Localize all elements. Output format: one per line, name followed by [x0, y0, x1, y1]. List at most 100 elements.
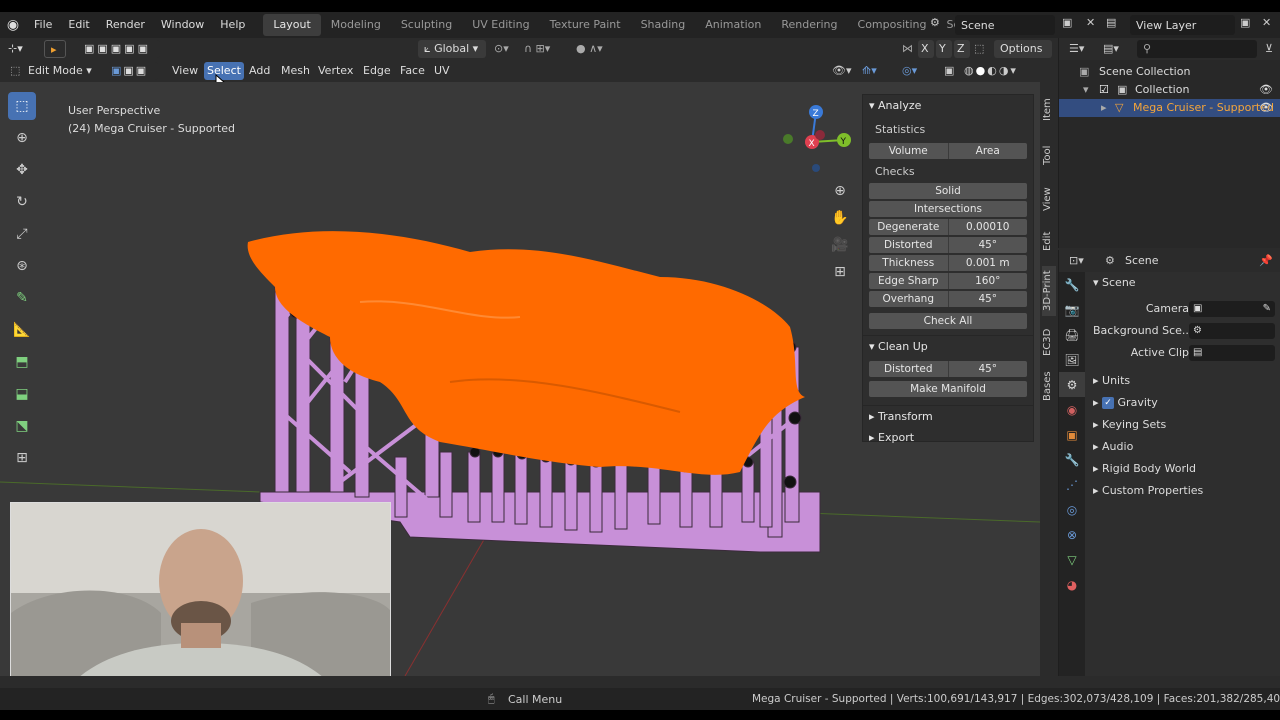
collection-visibility-icon[interactable]: 👁 — [1259, 81, 1273, 99]
custom-properties-section[interactable]: ▸ Custom Properties — [1085, 480, 1280, 502]
zoom-icon[interactable]: ⊕ — [830, 178, 850, 205]
menu-vertex[interactable]: Vertex — [318, 60, 353, 82]
mode-dropdown[interactable]: Edit Mode ▾ — [28, 60, 92, 82]
selection-mode-icons[interactable]: ▣▣▣▣▣ — [78, 40, 160, 58]
mirror-icon[interactable]: ⋈ — [902, 38, 913, 60]
move-tool-icon[interactable]: ✥ — [8, 156, 36, 184]
object-visibility-icon[interactable]: 👁 — [1259, 99, 1273, 117]
menu-edit[interactable]: Edit — [60, 12, 97, 38]
outliner-row-scene-collection[interactable]: ▣ Scene Collection — [1059, 63, 1280, 81]
editor-type-icon[interactable]: ⊹▾ — [8, 38, 23, 60]
delete-scene-icon[interactable]: ✕ — [1086, 16, 1095, 29]
tab-3d-print[interactable]: 3D-Print — [1042, 266, 1056, 316]
new-scene-icon[interactable]: ▣ — [1062, 16, 1072, 29]
tab-modeling[interactable]: Modeling — [321, 14, 391, 36]
audio-section[interactable]: ▸ Audio — [1085, 436, 1280, 458]
extrude-tool-icon[interactable]: ⬒ — [8, 348, 36, 376]
annotate-tool-icon[interactable]: ✎ — [8, 284, 36, 312]
scene-icon[interactable]: ⚙ — [930, 16, 940, 29]
outliner-row-object[interactable]: ▸ ▽ Mega Cruiser - Supported 👁 — [1059, 99, 1280, 117]
tab-rendering[interactable]: Rendering — [771, 14, 847, 36]
pan-hand-icon[interactable]: ✋ — [830, 205, 850, 232]
filter-icon[interactable]: ⊻ — [1265, 42, 1273, 55]
overhang-row[interactable]: Overhang 45° — [869, 291, 1027, 307]
collection-checkbox-icon[interactable]: ☑ — [1099, 81, 1109, 99]
data-props-icon[interactable]: ▽ — [1059, 547, 1085, 572]
object-props-icon[interactable]: ▣ — [1059, 422, 1085, 447]
tab-bases[interactable]: Bases — [1042, 368, 1056, 404]
properties-type-icon[interactable]: ⊡▾ — [1069, 254, 1084, 267]
output-props-icon[interactable]: 🖨 — [1059, 322, 1085, 347]
degenerate-row[interactable]: Degenerate 0.00010 — [869, 219, 1027, 235]
overlays-icon[interactable]: ◎▾ — [902, 60, 917, 82]
visibility-icon[interactable]: 👁▾ — [832, 60, 852, 82]
mirror-z-button[interactable]: Z — [954, 40, 970, 58]
ortho-grid-icon[interactable]: ⊞ — [830, 259, 850, 286]
menu-window[interactable]: Window — [153, 12, 212, 38]
physics-props-icon[interactable]: ◎ — [1059, 497, 1085, 522]
distorted-value[interactable]: 45° — [947, 237, 1028, 253]
menu-render[interactable]: Render — [98, 12, 153, 38]
units-section[interactable]: ▸ Units — [1085, 370, 1280, 392]
inset-tool-icon[interactable]: ⬓ — [8, 380, 36, 408]
tab-texture-paint[interactable]: Texture Paint — [540, 14, 631, 36]
pivot-point-icon[interactable]: ⊙▾ — [494, 38, 509, 60]
thickness-button[interactable]: Thickness — [869, 255, 948, 271]
constraints-props-icon[interactable]: ⊗ — [1059, 522, 1085, 547]
render-props-icon[interactable]: 📷 — [1059, 297, 1085, 322]
area-button[interactable]: Area — [947, 143, 1028, 159]
bevel-tool-icon[interactable]: ⬔ — [8, 412, 36, 440]
loop-cut-tool-icon[interactable]: ⊞ — [8, 444, 36, 472]
eyedropper-icon[interactable]: ✎ — [1263, 301, 1275, 317]
navigation-gizmo[interactable]: Z Y X — [780, 102, 860, 172]
active-clip-field[interactable]: ▤ — [1189, 345, 1275, 361]
tab-edit[interactable]: Edit — [1042, 224, 1056, 258]
overhang-value[interactable]: 45° — [947, 291, 1028, 307]
background-scene-field[interactable]: ⚙ — [1189, 323, 1275, 339]
tab-animation[interactable]: Animation — [695, 14, 771, 36]
scene-props-tab-icon[interactable]: ⚙ — [1059, 372, 1085, 397]
tab-shading[interactable]: Shading — [631, 14, 696, 36]
gravity-checkbox-icon[interactable]: ✓ — [1102, 397, 1115, 409]
xray-icon[interactable]: ▣ — [944, 60, 954, 82]
new-view-layer-icon[interactable]: ▣ — [1240, 16, 1250, 29]
rigid-body-world-section[interactable]: ▸ Rigid Body World — [1085, 458, 1280, 480]
cleanup-distorted-row[interactable]: Distorted 45° — [869, 361, 1027, 377]
measure-tool-icon[interactable]: 📐 — [8, 316, 36, 344]
intersections-button[interactable]: Intersections — [869, 201, 1027, 217]
overhang-button[interactable]: Overhang — [869, 291, 948, 307]
edge-sharp-button[interactable]: Edge Sharp — [869, 273, 948, 289]
scale-tool-icon[interactable]: ⤢ — [8, 220, 36, 248]
menu-file[interactable]: File — [26, 12, 60, 38]
tab-view[interactable]: View — [1042, 182, 1056, 216]
menu-add[interactable]: Add — [249, 60, 270, 82]
thickness-row[interactable]: Thickness 0.001 m — [869, 255, 1027, 271]
display-mode-icon[interactable]: ▤▾ — [1103, 42, 1119, 55]
analyze-header[interactable]: ▾ Analyze — [863, 95, 1033, 117]
edge-sharp-value[interactable]: 160° — [947, 273, 1028, 289]
volume-button[interactable]: Volume — [869, 143, 948, 159]
view-layer-props-icon[interactable]: 🖼 — [1059, 347, 1085, 372]
cleanup-distorted-button[interactable]: Distorted — [869, 361, 948, 377]
modifier-props-icon[interactable]: 🔧 — [1059, 447, 1085, 472]
tool-props-icon[interactable]: 🔧 — [1059, 272, 1085, 297]
camera-field[interactable]: ▣ ✎ — [1189, 301, 1275, 317]
tab-tool[interactable]: Tool — [1042, 138, 1056, 172]
select-box-tool-icon[interactable]: ⬚ — [8, 92, 36, 120]
transform-orientation-dropdown[interactable]: ⟀ Global ▾ — [418, 40, 486, 58]
check-all-button[interactable]: Check All — [869, 313, 1027, 329]
options-dropdown[interactable]: Options ▾ — [994, 40, 1052, 73]
outliner-row-collection[interactable]: ▾ ☑ ▣ Collection 👁 — [1059, 81, 1280, 99]
rotate-tool-icon[interactable]: ↻ — [8, 188, 36, 216]
make-manifold-button[interactable]: Make Manifold — [869, 381, 1027, 397]
view-layer-selector[interactable]: View Layer — [1130, 15, 1235, 35]
delete-view-layer-icon[interactable]: ✕ — [1262, 16, 1271, 29]
solid-button[interactable]: Solid — [869, 183, 1027, 199]
keying-sets-section[interactable]: ▸ Keying Sets — [1085, 414, 1280, 436]
select-tool-icon[interactable]: ▸ — [44, 40, 66, 58]
expand-arrow-icon[interactable]: ▸ — [1101, 99, 1107, 117]
scene-selector[interactable]: Scene — [955, 15, 1055, 35]
menu-view[interactable]: View — [172, 60, 198, 82]
snap-icon[interactable]: ∩ ⊞▾ — [524, 38, 550, 60]
mirror-y-button[interactable]: Y — [936, 40, 952, 58]
